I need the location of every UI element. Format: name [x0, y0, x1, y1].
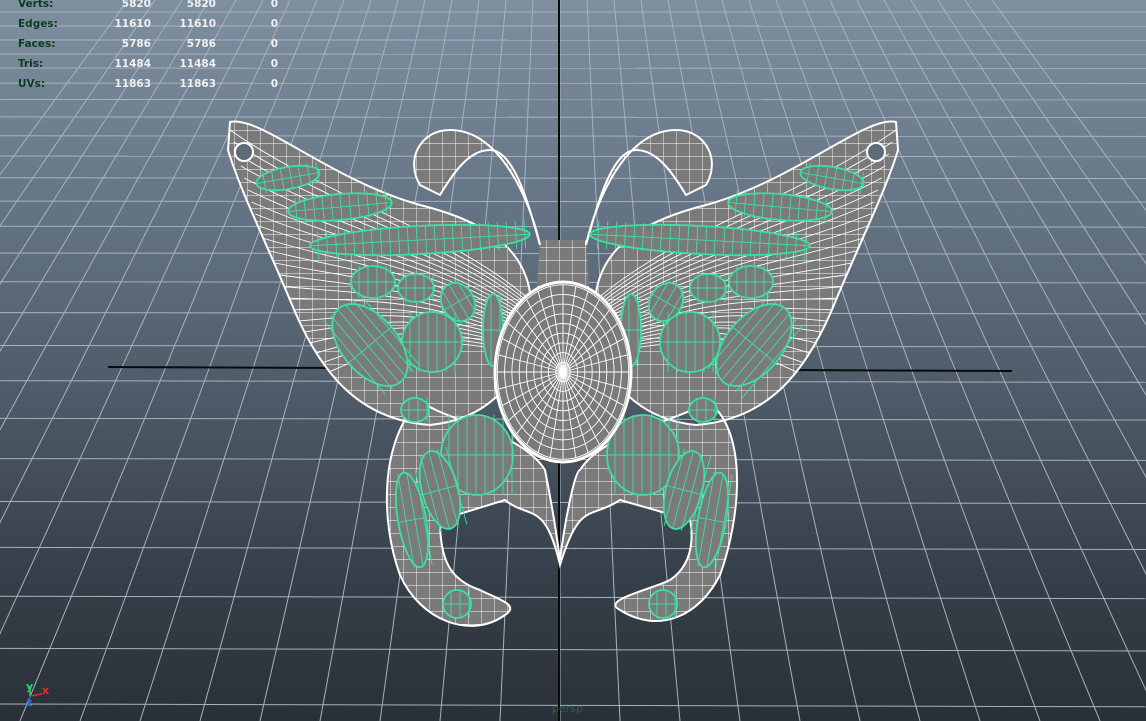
- hud-stat-value: 5820: [121, 0, 151, 10]
- grid-line: [0, 135, 1146, 137]
- grid-line: [829, 0, 1146, 692]
- inlay-island: [397, 273, 435, 303]
- grid-line: [0, 200, 1146, 203]
- grid-line: [0, 0, 210, 353]
- axis-gizmo-lines: [28, 686, 43, 705]
- inlay-island: [689, 273, 727, 303]
- inlay-island: [400, 397, 430, 423]
- grid-line: [0, 647, 1146, 652]
- grid-line: [0, 0, 264, 524]
- hud-stat-label: Edges:: [18, 18, 58, 30]
- hud-stat-value: 5820: [186, 0, 216, 10]
- hud-stat-label: Faces:: [18, 38, 56, 50]
- grid-line: [0, 0, 237, 431]
- thorax-oval[interactable]: [493, 280, 633, 464]
- grid-line: [0, 225, 1146, 228]
- hud-row: Verts: 5820 5820 0: [18, 0, 278, 18]
- grid-line: [0, 177, 1146, 180]
- poly-count-hud: Verts: 5820 5820 0 Edges: 11610 11610 0 Faces: 57…: [18, 0, 278, 98]
- hud-stat-value: 0: [270, 78, 278, 90]
- hud-stat-value: 11484: [114, 58, 151, 70]
- hud-stat-label: Tris:: [18, 58, 44, 70]
- grid-line: [0, 155, 1146, 158]
- hud-row: Tris: 11484 11484 0: [18, 58, 278, 78]
- inlay-island: [442, 589, 472, 619]
- hud-stat-label: Verts:: [18, 0, 54, 10]
- grid-line: [79, 0, 345, 721]
- grid-line: [19, 0, 318, 721]
- grid-line: [802, 0, 1101, 721]
- hud-stat-value: 11484: [179, 58, 216, 70]
- viewport-scene[interactable]: [0, 0, 1146, 721]
- hud-stat-value: 0: [270, 58, 278, 70]
- butterfly-mesh[interactable]: [200, 110, 930, 650]
- hud-stat-value: 5786: [121, 38, 151, 50]
- grid-line: [937, 0, 1146, 326]
- grid-line: [0, 0, 156, 227]
- inlay-island: [648, 589, 678, 619]
- hud-stat-value: 5786: [186, 38, 216, 50]
- axis-gizmo: y x z: [20, 680, 60, 710]
- hud-row: UVs: 11863 11863 0: [18, 78, 278, 98]
- hud-stat-value: 11610: [114, 18, 151, 30]
- inlay-island: [688, 397, 718, 423]
- grid-line: [0, 546, 1146, 551]
- grid-line: [883, 0, 1146, 479]
- hud-row: Faces: 5786 5786 0: [18, 38, 278, 58]
- hud-stat-value: 0: [270, 18, 278, 30]
- grid-line: [775, 0, 1041, 721]
- hud-stat-value: 0: [270, 0, 278, 10]
- grid-line: [856, 0, 1146, 576]
- hud-stat-value: 11863: [114, 78, 151, 90]
- hud-stat-value: 11863: [179, 78, 216, 90]
- grid-line: [0, 595, 1146, 600]
- grid-line: [0, 0, 183, 285]
- inlay-island: [659, 311, 721, 373]
- grid-line: [991, 0, 1146, 212]
- 3d-viewport[interactable]: Verts: 5820 5820 0 Edges: 11610 11610 0 Faces: 57…: [0, 0, 1146, 721]
- inlay-island: [401, 311, 463, 373]
- inlay-island: [728, 265, 774, 299]
- camera-name-label: persp: [552, 702, 583, 715]
- hud-stat-value: 0: [270, 38, 278, 50]
- inlay-island: [350, 265, 396, 299]
- hud-row: Edges: 11610 11610 0: [18, 18, 278, 38]
- hud-stat-value: 11610: [179, 18, 216, 30]
- hud-stat-label: UVs:: [18, 78, 46, 90]
- grid-line: [0, 0, 129, 176]
